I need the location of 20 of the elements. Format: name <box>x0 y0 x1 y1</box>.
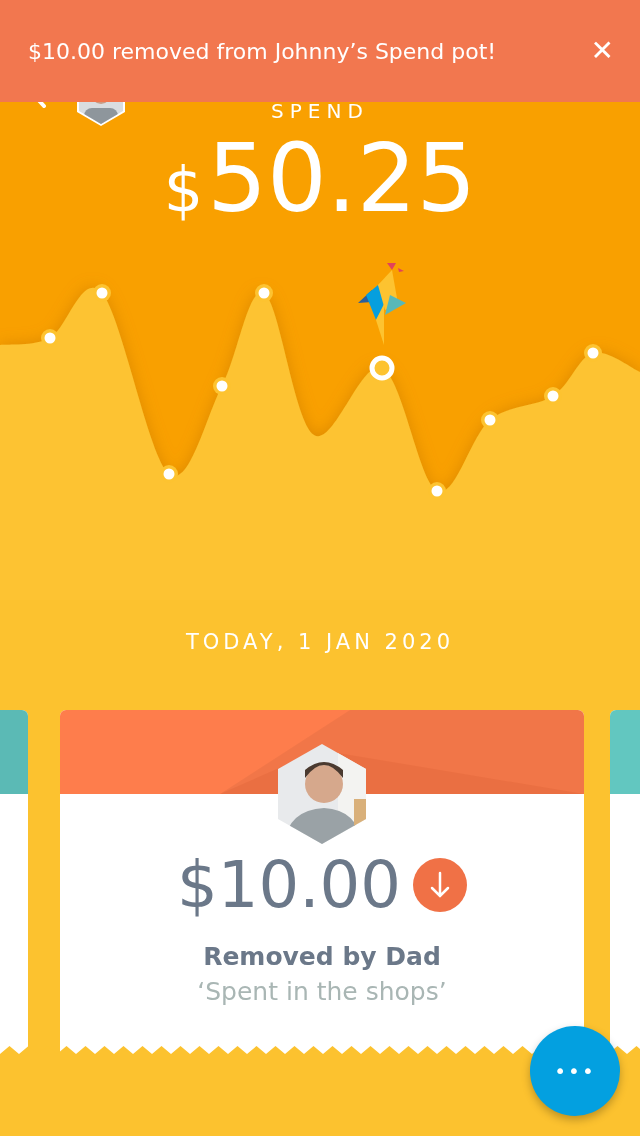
data-point[interactable] <box>584 344 602 362</box>
currency-symbol: $ <box>163 153 204 226</box>
pot-title: SPEND <box>271 98 369 123</box>
balance-amount: 50.25 <box>207 124 477 234</box>
data-point[interactable] <box>428 482 446 500</box>
data-point[interactable] <box>93 284 111 302</box>
more-button[interactable]: ••• <box>530 1026 620 1116</box>
data-point[interactable] <box>41 329 59 347</box>
data-point[interactable] <box>255 284 273 302</box>
data-point[interactable] <box>544 387 562 405</box>
data-point[interactable] <box>160 465 178 483</box>
date-label: TODAY, 1 JAN 2020 <box>184 630 456 656</box>
selected-point[interactable] <box>369 355 395 381</box>
transaction-amount: $10.00 <box>177 848 401 922</box>
notification-message: $10.00 removed from Johnny’s Spend pot! <box>28 38 497 64</box>
data-point[interactable] <box>213 377 231 395</box>
close-button[interactable]: ✕ <box>590 37 614 65</box>
data-point[interactable] <box>481 411 499 429</box>
transaction-note: ‘Spent in the shops’ <box>197 977 447 1006</box>
transaction-title: Removed by Dad <box>203 942 441 971</box>
